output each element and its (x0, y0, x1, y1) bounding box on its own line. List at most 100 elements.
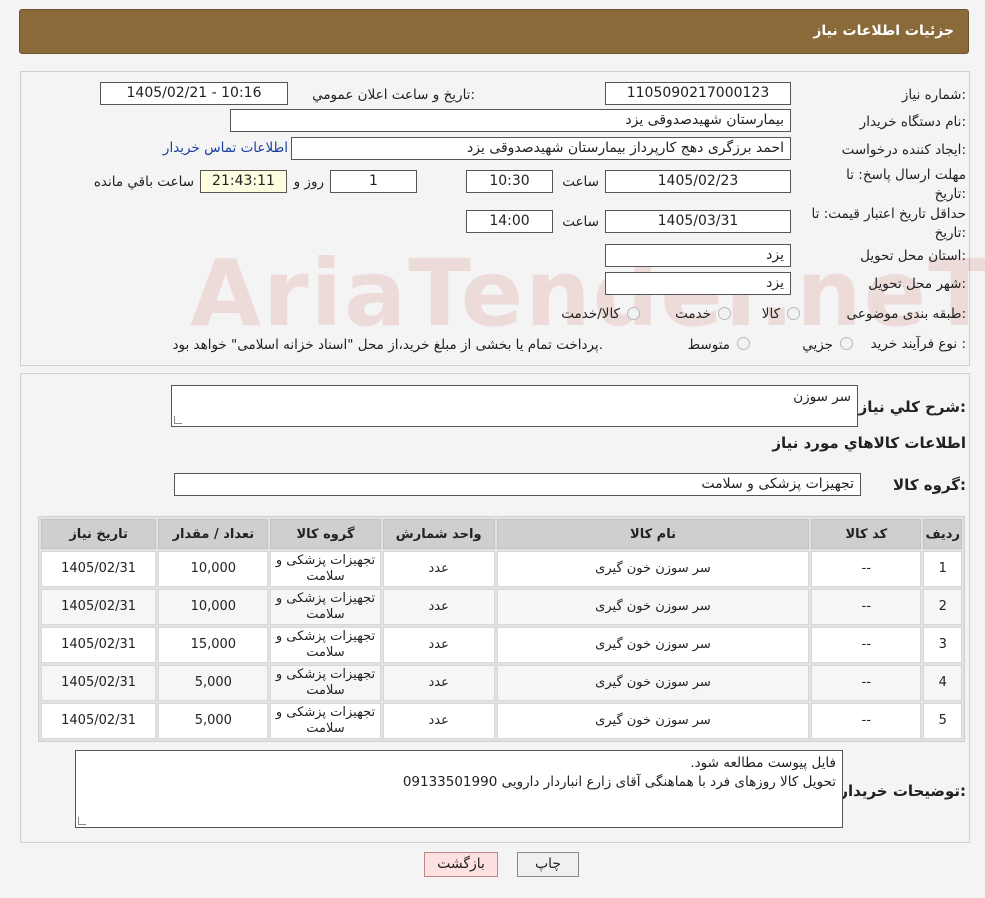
col-unit: واحد شمارش (382, 519, 495, 549)
cell-name: سر سوزن خون گیری (496, 627, 810, 663)
category-option-goods: کالا (761, 306, 780, 322)
validity-label: حداقل تاريخ اعتبار قيمت: تا تاریخ: (811, 206, 966, 241)
deadline-time-label: ساعت (562, 174, 599, 190)
province-label: استان محل تحويل: (860, 248, 966, 264)
summary-text: سر سوزن (793, 389, 851, 405)
items-table: رديف کد کالا نام کالا واحد شمارش گروه کا… (38, 516, 965, 742)
days-label: روز و (293, 174, 324, 190)
cell-code: -- (811, 589, 922, 625)
table-row: 2 -- سر سوزن خون گیری عدد تجهیزات پزشکی … (41, 589, 962, 625)
cell-code: -- (811, 627, 922, 663)
cell-qty: 15,000 (158, 627, 269, 663)
cell-qty: 5,000 (158, 665, 269, 701)
process-label: نوع فرآيند خريد : (870, 336, 966, 352)
cell-code: -- (811, 665, 922, 701)
table-row: 3 -- سر سوزن خون گیری عدد تجهیزات پزشکی … (41, 627, 962, 663)
cell-date: 1405/02/31 (41, 665, 157, 701)
page-title: جزئیات اطلاعات نیاز (813, 23, 954, 39)
need-number-label: شماره نیاز: (901, 87, 966, 103)
notes-line-2: تحویل کالا روزهای فرد با هماهنگی آقای زا… (402, 774, 836, 790)
announce-label: تاریخ و ساعت اعلان عمومي: (312, 87, 475, 103)
cell-unit: عدد (382, 589, 495, 625)
category-option-goods-service: کالا/خدمت (561, 306, 620, 322)
items-table-header-row: رديف کد کالا نام کالا واحد شمارش گروه کا… (41, 519, 962, 549)
process-radio-minor[interactable] (840, 337, 853, 350)
table-row: 4 -- سر سوزن خون گیری عدد تجهیزات پزشکی … (41, 665, 962, 701)
province-field: یزد (605, 244, 791, 267)
cell-name: سر سوزن خون گیری (496, 665, 810, 701)
city-field: یزد (605, 272, 791, 295)
validity-date-field: 1405/03/31 (605, 210, 791, 233)
category-label: طبقه بندی موضوعی: (846, 306, 966, 322)
city-label: شهر محل تحويل: (868, 276, 966, 292)
back-button[interactable]: بازگشت (424, 852, 498, 877)
resize-handle-icon[interactable] (174, 416, 182, 424)
print-button[interactable]: چاپ (517, 852, 579, 877)
cell-qty: 10,000 (158, 551, 269, 587)
cell-qty: 10,000 (158, 589, 269, 625)
category-option-service: خدمت (675, 306, 711, 322)
table-row: 1 -- سر سوزن خون گیری عدد تجهیزات پزشکی … (41, 551, 962, 587)
process-option-minor: جزيي (802, 337, 833, 353)
col-qty: تعداد / مقدار (158, 519, 269, 549)
group-field: تجهیزات پزشکی و سلامت (174, 473, 861, 496)
col-name: نام کالا (496, 519, 810, 549)
col-date: تاریخ نیاز (41, 519, 157, 549)
cell-row: 1 (923, 551, 962, 587)
creator-label: ايجاد کننده درخواست: (841, 142, 966, 158)
days-remaining-field: 1 (330, 170, 417, 193)
cell-group: تجهیزات پزشکی و سلامت (270, 589, 381, 625)
cell-unit: عدد (382, 627, 495, 663)
category-radio-goods[interactable] (787, 307, 800, 320)
process-radio-medium[interactable] (737, 337, 750, 350)
creator-field: احمد برزگری دهج کارپرداز بیمارستان شهیدص… (291, 137, 791, 160)
announce-datetime-field: 1405/02/21 - 10:16 (100, 82, 288, 105)
page-header: جزئیات اطلاعات نیاز (19, 9, 969, 54)
buyer-org-field: بیمارستان شهیدصدوقی یزد (230, 109, 791, 132)
cell-date: 1405/02/31 (41, 627, 157, 663)
cell-name: سر سوزن خون گیری (496, 703, 810, 739)
notes-textarea: فایل پیوست مطالعه شود. تحویل کالا روزهای… (75, 750, 843, 828)
cell-qty: 5,000 (158, 703, 269, 739)
items-section-title: اطلاعات کالاهاي مورد نياز (772, 434, 966, 452)
col-code: کد کالا (811, 519, 922, 549)
cell-code: -- (811, 551, 922, 587)
notes-line-1: فایل پیوست مطالعه شود. (690, 755, 836, 771)
cell-row: 4 (923, 665, 962, 701)
cell-row: 2 (923, 589, 962, 625)
resize-handle-icon[interactable] (78, 817, 86, 825)
cell-date: 1405/02/31 (41, 589, 157, 625)
cell-group: تجهیزات پزشکی و سلامت (270, 703, 381, 739)
col-group: گروه کالا (270, 519, 381, 549)
process-option-medium: متوسط (687, 337, 730, 353)
cell-group: تجهیزات پزشکی و سلامت (270, 551, 381, 587)
remaining-time-field: 21:43:11 (200, 170, 287, 193)
deadline-date-field: 1405/02/23 (605, 170, 791, 193)
cell-code: -- (811, 703, 922, 739)
cell-row: 5 (923, 703, 962, 739)
validity-time-field: 14:00 (466, 210, 553, 233)
buyer-contact-link[interactable]: اطلاعات تماس خريدار (163, 140, 288, 156)
cell-row: 3 (923, 627, 962, 663)
summary-textarea: سر سوزن (171, 385, 858, 427)
summary-label: شرح کلي نياز: (858, 398, 966, 416)
validity-time-label: ساعت (562, 214, 599, 230)
cell-date: 1405/02/31 (41, 551, 157, 587)
cell-date: 1405/02/31 (41, 703, 157, 739)
cell-unit: عدد (382, 551, 495, 587)
cell-unit: عدد (382, 665, 495, 701)
col-row: رديف (923, 519, 962, 549)
category-radio-service[interactable] (718, 307, 731, 320)
cell-unit: عدد (382, 703, 495, 739)
notes-label: توضيحات خريدار: (839, 782, 966, 800)
deadline-time-field: 10:30 (466, 170, 553, 193)
cell-group: تجهیزات پزشکی و سلامت (270, 665, 381, 701)
buyer-org-label: نام دستگاه خريدار: (859, 114, 966, 130)
cell-name: سر سوزن خون گیری (496, 551, 810, 587)
deadline-label: مهلت ارسال پاسخ: تا تاریخ: (846, 167, 966, 202)
category-radio-goods-service[interactable] (627, 307, 640, 320)
group-label: گروه کالا: (893, 476, 966, 494)
process-note: پرداخت تمام یا بخشی از مبلغ خرید،از محل … (172, 337, 603, 353)
cell-name: سر سوزن خون گیری (496, 589, 810, 625)
need-number-field: 1105090217000123 (605, 82, 791, 105)
